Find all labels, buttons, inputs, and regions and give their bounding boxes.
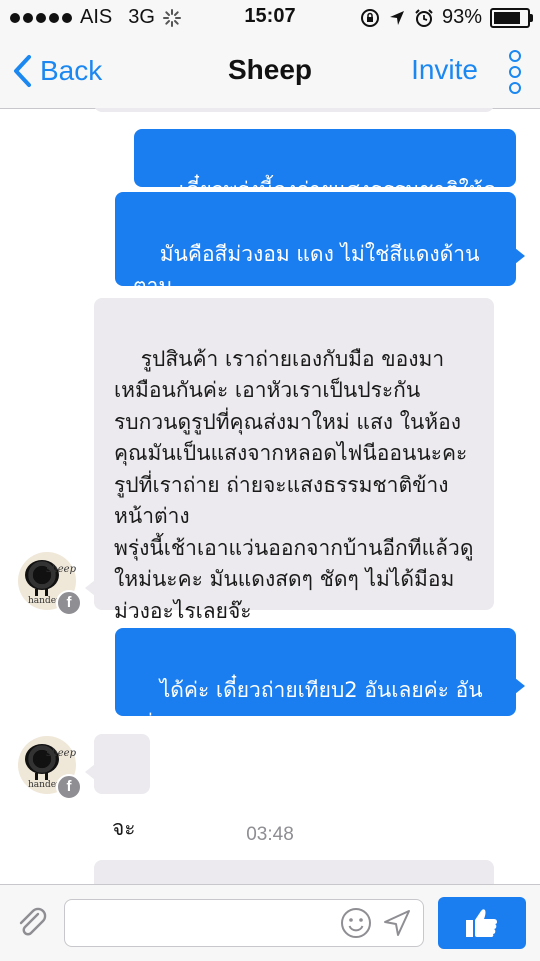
status-bar: AIS 3G 15:07 93% [0,0,540,36]
back-label: Back [40,55,103,86]
send-arrow-icon[interactable] [381,907,413,939]
location-arrow-icon [389,10,404,25]
status-right-group: 93% [360,6,533,29]
message-text: รูปสินค้า เราถ่ายเองกับมือ ของมา เหมือนก… [114,346,474,623]
message-bubble-incoming: จะ [85,734,150,840]
battery-percent: 93% [441,6,482,28]
paperclip-icon[interactable] [14,905,50,941]
message-input[interactable] [77,900,341,946]
invite-button[interactable]: Invite [411,54,478,86]
emoji-icon[interactable] [339,906,373,940]
message-bubble-partial-bottom [94,860,494,884]
chevron-left-icon [14,55,31,87]
message-list[interactable]: เดี๋ยวพรุ่งนี้ลงถ่ายแสงธรรมชาติให้ดูค่ะ … [0,108,540,884]
like-button[interactable] [438,897,526,949]
message-text: ได้ค่ะ เดี๋ยวถ่ายเทียบ2 อันเลยค่ะ อันเก่… [133,678,483,766]
avatar-logo-word: sheep [46,748,76,759]
avatar[interactable]: sheep handera f [18,736,82,800]
facebook-badge-icon: f [56,774,82,800]
compose-bar [0,884,540,961]
thumbs-up-icon [466,909,497,937]
message-bubble-outgoing: ได้ค่ะ เดี๋ยวถ่ายเทียบ2 อันเลยค่ะ อันเก่… [115,628,525,766]
battery-icon [490,7,533,28]
message-bubble-incoming: รูปสินค้า เราถ่ายเองกับมือ ของมา เหมือนก… [85,298,494,623]
avatar-logo-word: sheep [46,564,76,575]
message-bubble-partial-top [94,108,494,112]
facebook-badge-icon: f [56,590,82,616]
message-timestamp: 03:48 [246,824,294,845]
message-bubble-outgoing: เดี๋ยวพรุ่งนี้ลงถ่ายแสงธรรมชาติให้ดูค่ะ [134,129,516,234]
battery-level-fill [494,11,521,24]
message-input-field[interactable] [64,899,424,947]
navigation-bar: Back Sheep Invite [0,36,540,109]
rotation-lock-icon [360,8,379,27]
message-bubble-outgoing: มันคือสีม่วงอม แดง ไม่ใช่สีแดงด้านตาม ที… [115,192,525,330]
avatar[interactable]: sheep handera f [18,552,82,616]
back-button[interactable]: Back [12,54,102,88]
alarm-clock-icon [415,8,433,27]
more-options-icon[interactable] [506,50,524,94]
